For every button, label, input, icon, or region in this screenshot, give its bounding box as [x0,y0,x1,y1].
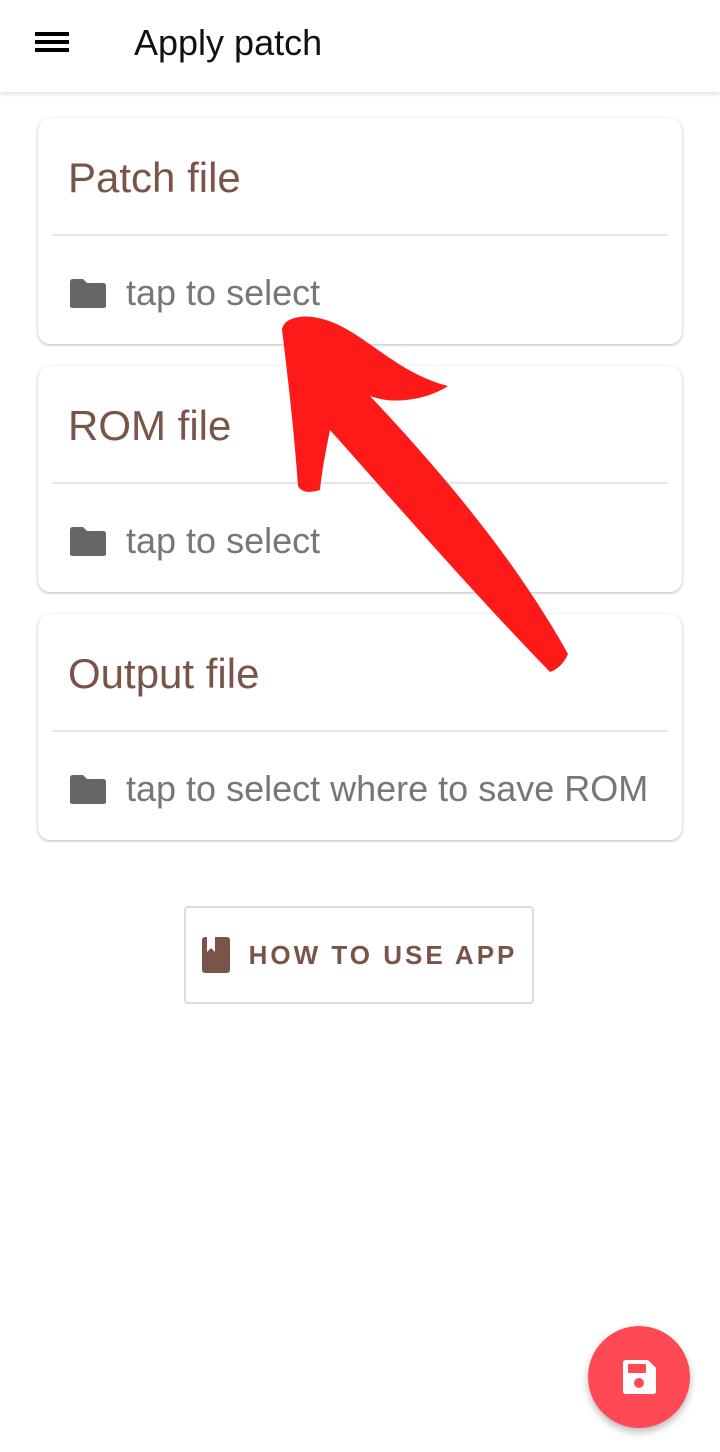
select-label: tap to select [126,272,321,313]
folder-icon [70,279,106,308]
folder-icon [70,527,106,556]
select-label: tap to select [126,520,321,561]
folder-icon [70,775,106,804]
card-title: Output file [68,650,260,697]
divider [52,482,668,484]
app-bar: Apply patch [0,0,720,92]
book-icon [201,937,230,973]
output-file-select[interactable]: tap to select where to save ROM [68,764,648,814]
save-fab[interactable] [588,1326,690,1428]
patch-file-select[interactable]: tap to select [68,268,320,318]
patch-file-card[interactable]: Patch file tap to select [38,118,682,344]
page-title: Apply patch [134,22,323,63]
rom-file-card[interactable]: ROM file tap to select [38,366,682,592]
how-to-use-button[interactable]: HOW TO USE APP [184,906,534,1004]
apply-patch-screen: Apply patch Patch file tap to select ROM… [0,0,720,1452]
rom-file-select[interactable]: tap to select [68,516,320,566]
divider [52,730,668,732]
divider [52,234,668,236]
save-icon [623,1360,656,1394]
card-title: ROM file [68,402,232,449]
menu-icon [35,28,69,56]
card-title: Patch file [68,154,241,201]
menu-button[interactable] [22,14,82,70]
select-label: tap to select where to save ROM [126,768,649,809]
output-file-card[interactable]: Output file tap to select where to save … [38,614,682,840]
how-to-use-label: HOW TO USE APP [248,939,518,970]
